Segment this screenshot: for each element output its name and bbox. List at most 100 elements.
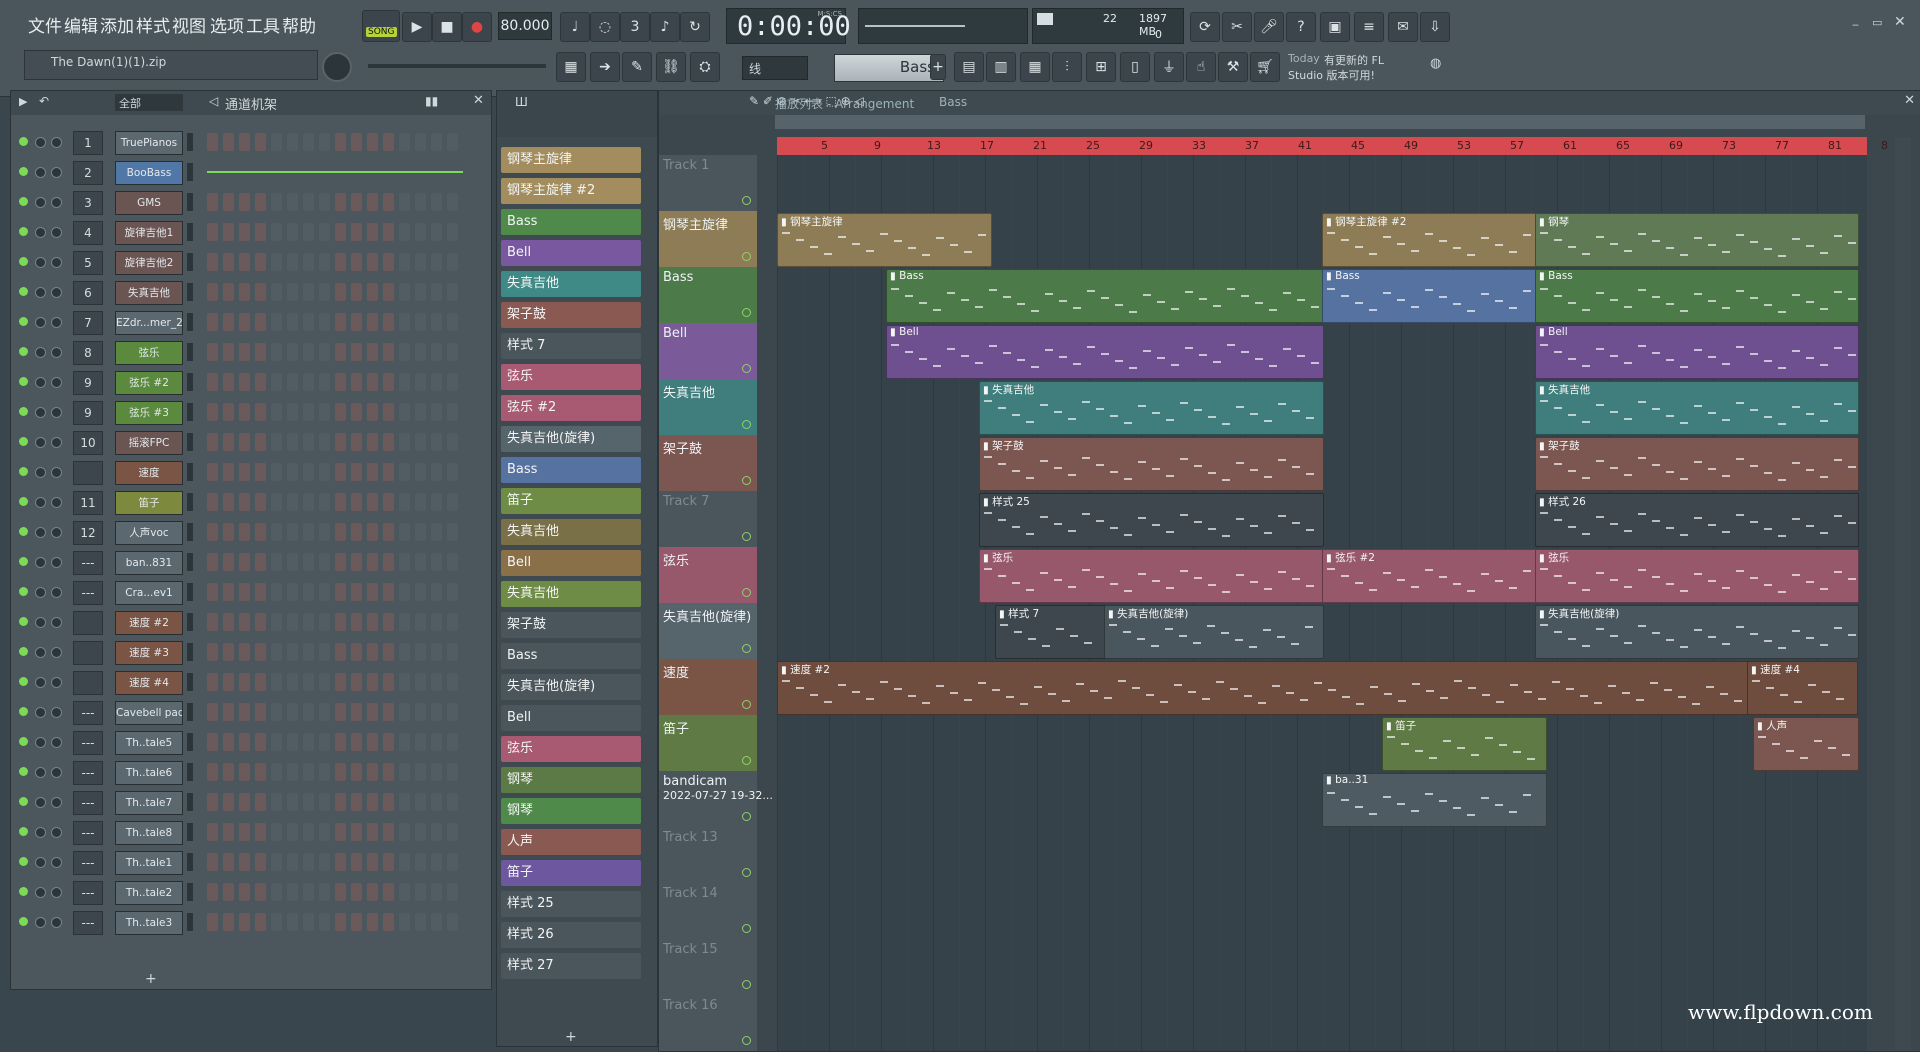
step-button[interactable] bbox=[255, 643, 266, 661]
step-button[interactable] bbox=[207, 733, 218, 751]
step-button[interactable] bbox=[319, 733, 330, 751]
step-button[interactable] bbox=[207, 853, 218, 871]
step-button[interactable] bbox=[255, 703, 266, 721]
step-button[interactable] bbox=[351, 343, 362, 361]
channel-mixer-number[interactable] bbox=[73, 461, 103, 485]
step-button[interactable] bbox=[255, 343, 266, 361]
channel-mixer-number[interactable]: 11 bbox=[73, 491, 103, 515]
step-button[interactable] bbox=[351, 883, 362, 901]
channel-row[interactable]: 11 笛子 bbox=[11, 487, 491, 517]
channel-select-indicator[interactable] bbox=[187, 223, 193, 241]
step-button[interactable] bbox=[335, 793, 346, 811]
step-button[interactable] bbox=[335, 763, 346, 781]
channel-led-icon[interactable] bbox=[19, 677, 28, 686]
step-button[interactable] bbox=[207, 373, 218, 391]
pattern-list-item[interactable]: 样式 25 bbox=[501, 891, 641, 917]
step-button[interactable] bbox=[287, 763, 298, 781]
step-button[interactable] bbox=[415, 193, 426, 211]
pattern-list-item[interactable]: 失真吉他 bbox=[501, 271, 641, 297]
step-button[interactable] bbox=[303, 283, 314, 301]
shop-icon[interactable]: 🛒︎ bbox=[1250, 52, 1280, 82]
step-button[interactable] bbox=[351, 553, 362, 571]
channel-pan-knob[interactable] bbox=[35, 917, 46, 928]
step-button[interactable] bbox=[271, 913, 282, 931]
step-button[interactable] bbox=[367, 763, 378, 781]
tempo-display[interactable]: 80.000 bbox=[498, 12, 552, 40]
step-button[interactable] bbox=[287, 883, 298, 901]
piano-roll-icon[interactable]: ▥ bbox=[986, 52, 1016, 82]
step-button[interactable] bbox=[335, 463, 346, 481]
channel-led-icon[interactable] bbox=[19, 527, 28, 536]
channel-row[interactable]: 9 弦乐 #2 bbox=[11, 367, 491, 397]
step-button[interactable] bbox=[447, 523, 458, 541]
playlist-clip[interactable]: ▮ 架子鼓 bbox=[979, 437, 1324, 491]
channel-rack-icon[interactable]: ▦ bbox=[1020, 52, 1050, 82]
step-button[interactable] bbox=[271, 193, 282, 211]
step-button[interactable] bbox=[367, 373, 378, 391]
step-button[interactable] bbox=[431, 673, 442, 691]
channel-select-indicator[interactable] bbox=[187, 733, 193, 751]
step-button[interactable] bbox=[223, 793, 234, 811]
step-button[interactable] bbox=[399, 823, 410, 841]
channel-row[interactable]: 速度 #2 bbox=[11, 607, 491, 637]
channel-volume-knob[interactable] bbox=[51, 347, 62, 358]
step-button[interactable] bbox=[415, 133, 426, 151]
step-button[interactable] bbox=[223, 673, 234, 691]
pattern-list-item[interactable]: 人声 bbox=[501, 829, 641, 855]
step-button[interactable] bbox=[415, 493, 426, 511]
step-button[interactable] bbox=[287, 493, 298, 511]
step-button[interactable] bbox=[447, 673, 458, 691]
step-button[interactable] bbox=[255, 553, 266, 571]
channel-row[interactable]: --- Th..tale6 bbox=[11, 757, 491, 787]
channel-led-icon[interactable] bbox=[19, 497, 28, 506]
channel-volume-knob[interactable] bbox=[51, 647, 62, 658]
channel-name-button[interactable]: Th..tale1 bbox=[115, 851, 183, 875]
step-button[interactable] bbox=[431, 823, 442, 841]
playlist-clip[interactable]: ▮ 人声 bbox=[1753, 717, 1859, 771]
channel-led-icon[interactable] bbox=[19, 137, 28, 146]
step-button[interactable] bbox=[447, 793, 458, 811]
step-button[interactable] bbox=[207, 223, 218, 241]
step-button[interactable] bbox=[367, 283, 378, 301]
step-button[interactable] bbox=[287, 523, 298, 541]
step-button[interactable] bbox=[223, 553, 234, 571]
step-button[interactable] bbox=[207, 133, 218, 151]
tools-icon[interactable]: ⚒ bbox=[1218, 52, 1248, 82]
step-button[interactable] bbox=[255, 193, 266, 211]
step-button[interactable] bbox=[239, 613, 250, 631]
step-button[interactable] bbox=[239, 373, 250, 391]
step-button[interactable] bbox=[447, 553, 458, 571]
step-button[interactable] bbox=[319, 433, 330, 451]
step-button[interactable] bbox=[367, 253, 378, 271]
time-display[interactable]: 0:00:00 M:S:CS bbox=[726, 8, 851, 44]
step-button[interactable] bbox=[271, 283, 282, 301]
channel-volume-knob[interactable] bbox=[51, 887, 62, 898]
step-button[interactable] bbox=[367, 343, 378, 361]
step-button[interactable] bbox=[287, 613, 298, 631]
channel-mixer-number[interactable]: --- bbox=[73, 791, 103, 815]
step-button[interactable] bbox=[415, 433, 426, 451]
step-button[interactable] bbox=[415, 583, 426, 601]
step-button[interactable] bbox=[383, 373, 394, 391]
step-button[interactable] bbox=[399, 883, 410, 901]
channel-volume-knob[interactable] bbox=[51, 527, 62, 538]
playlist-clip[interactable]: ▮ 失真吉他 bbox=[1535, 381, 1859, 435]
playlist-clip[interactable]: ▮ 笛子 bbox=[1382, 717, 1547, 771]
step-button[interactable] bbox=[335, 733, 346, 751]
step-button[interactable] bbox=[239, 343, 250, 361]
step-button[interactable] bbox=[255, 313, 266, 331]
step-button[interactable] bbox=[399, 583, 410, 601]
add-pattern-footer-button[interactable]: + bbox=[565, 1029, 577, 1045]
channel-pan-knob[interactable] bbox=[35, 197, 46, 208]
step-button[interactable] bbox=[447, 493, 458, 511]
step-button[interactable] bbox=[431, 193, 442, 211]
channel-led-icon[interactable] bbox=[19, 857, 28, 866]
step-button[interactable] bbox=[223, 373, 234, 391]
step-button[interactable] bbox=[239, 283, 250, 301]
channel-row[interactable]: 速度 #3 bbox=[11, 637, 491, 667]
playlist-clip[interactable]: ▮ 弦乐 bbox=[1535, 549, 1859, 603]
step-button[interactable] bbox=[431, 493, 442, 511]
step-button[interactable] bbox=[447, 313, 458, 331]
step-button[interactable] bbox=[287, 373, 298, 391]
pattern-selector[interactable]: Bass bbox=[834, 54, 944, 82]
